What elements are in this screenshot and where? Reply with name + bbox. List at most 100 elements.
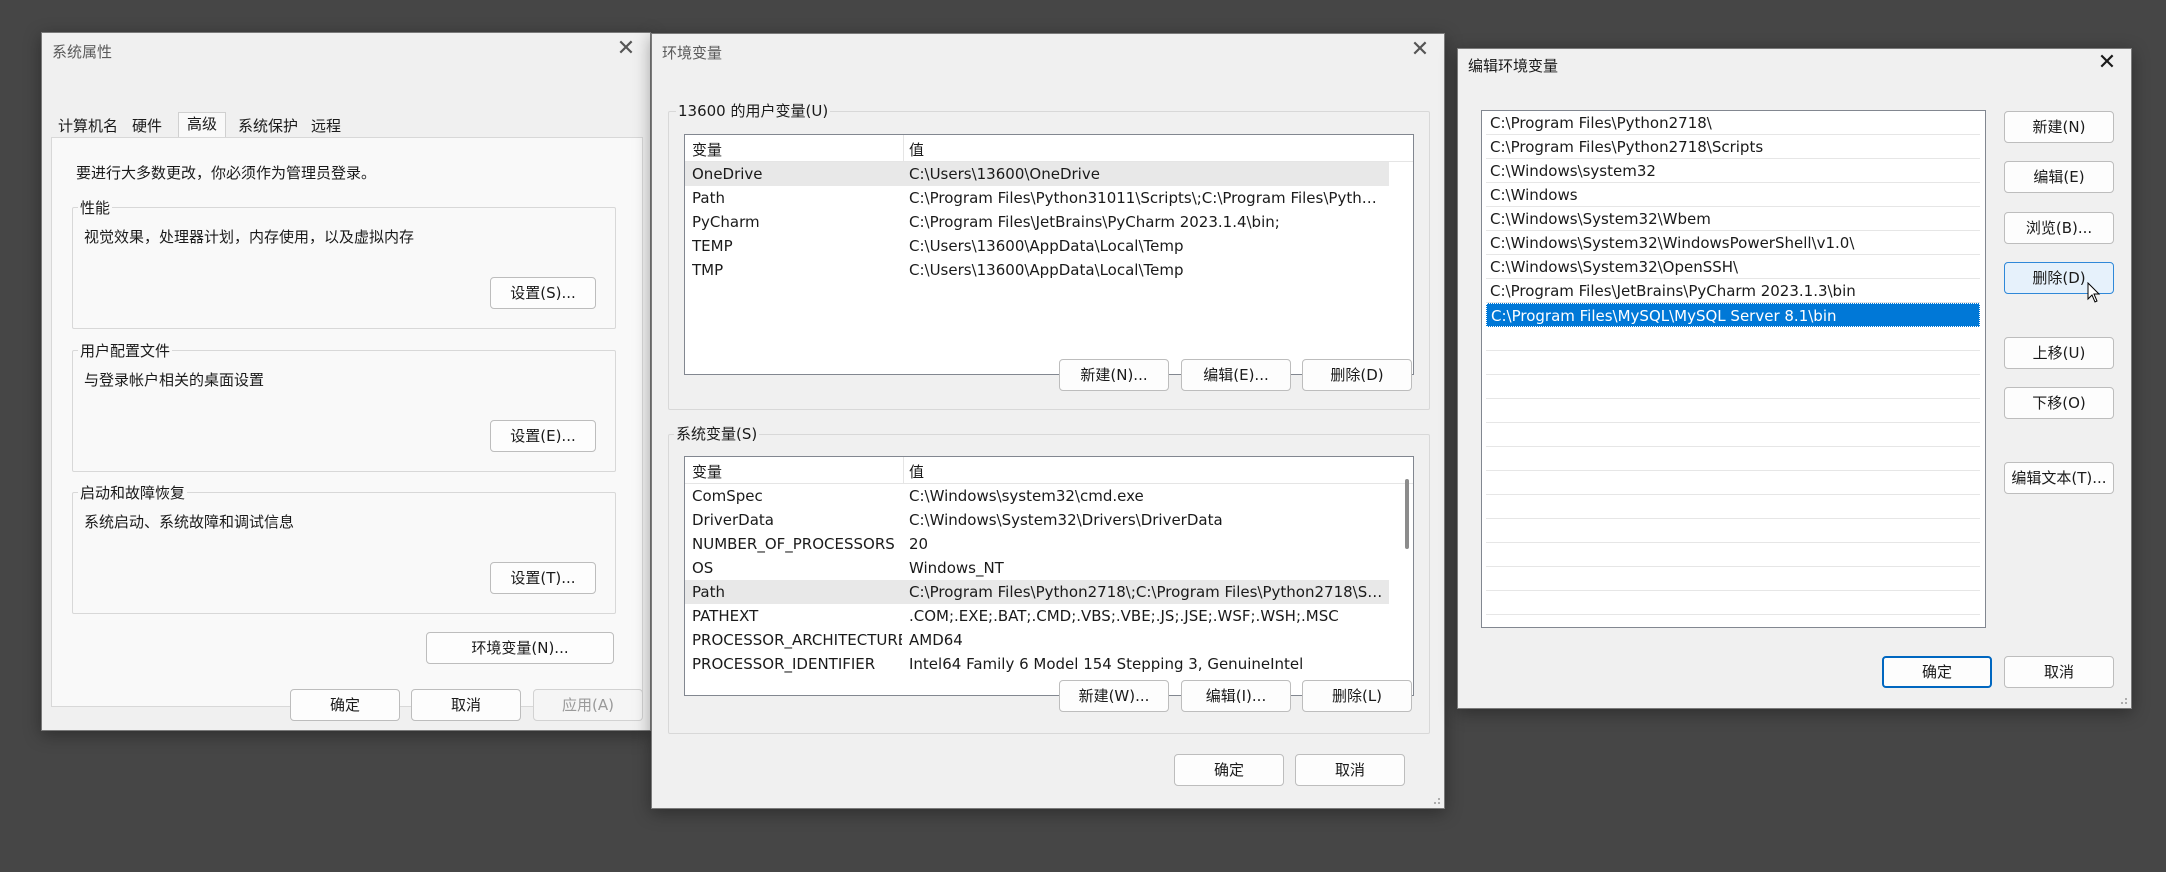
close-icon[interactable]: ✕: [614, 37, 638, 61]
list-item-empty[interactable]: [1486, 423, 1980, 447]
var-name: DriverData: [692, 511, 774, 529]
var-name: PROCESSOR_ARCHITECTURE: [692, 631, 902, 649]
list-item-empty[interactable]: [1486, 543, 1980, 567]
cancel-button[interactable]: 取消: [2004, 656, 2114, 688]
startup-label: 启动和故障恢复: [78, 482, 188, 503]
user-variables-list[interactable]: 变量 值 OneDrive C:\Users\13600\OneDrive Pat…: [684, 134, 1414, 375]
tab-computer-name[interactable]: 计算机名: [58, 115, 118, 137]
list-item-empty[interactable]: [1486, 447, 1980, 471]
list-item-empty[interactable]: [1486, 471, 1980, 495]
list-item[interactable]: C:\Windows\System32\Wbem: [1486, 207, 1980, 231]
tab-hardware[interactable]: 硬件: [132, 115, 162, 137]
column-header-variable[interactable]: 变量: [692, 139, 722, 160]
table-row[interactable]: Path C:\Program Files\Python2718\;C:\Prog…: [685, 580, 1389, 604]
table-row[interactable]: PyCharm C:\Program Files\JetBrains\PyChar…: [685, 210, 1389, 234]
environment-variables-window: 环境变量 ✕ 13600 的用户变量(U) 变量 值 OneDrive C:\Us…: [651, 33, 1445, 809]
var-name: PyCharm: [692, 213, 760, 231]
apply-button[interactable]: 应用(A): [533, 689, 643, 721]
profile-settings-button[interactable]: 设置(E)...: [490, 420, 596, 452]
titlebar[interactable]: 环境变量 ✕: [652, 34, 1444, 70]
list-item-empty[interactable]: [1486, 567, 1980, 591]
table-row[interactable]: Path C:\Program Files\Python31011\Scripts…: [685, 186, 1389, 210]
titlebar[interactable]: 系统属性 ✕: [42, 33, 650, 69]
table-row[interactable]: NUMBER_OF_PROCESSORS 20: [685, 532, 1389, 556]
browse-button[interactable]: 浏览(B)...: [2004, 212, 2114, 244]
list-item-empty[interactable]: [1486, 591, 1980, 615]
list-item-empty[interactable]: [1486, 399, 1980, 423]
performance-label: 性能: [78, 197, 113, 218]
performance-settings-button[interactable]: 设置(S)...: [490, 277, 596, 309]
resize-grip-icon[interactable]: [2118, 695, 2128, 705]
table-row[interactable]: PATHEXT .COM;.EXE;.BAT;.CMD;.VBS;.VBE;.JS…: [685, 604, 1389, 628]
list-item-empty[interactable]: [1486, 495, 1980, 519]
startup-desc: 系统启动、系统故障和调试信息: [84, 513, 295, 531]
system-new-button[interactable]: 新建(W)...: [1059, 680, 1169, 712]
close-icon[interactable]: ✕: [1408, 38, 1432, 62]
ok-button[interactable]: 确定: [1882, 656, 1992, 688]
list-item-selected[interactable]: C:\Program Files\MySQL\MySQL Server 8.1\…: [1486, 303, 1980, 327]
ok-button[interactable]: 确定: [290, 689, 400, 721]
var-name: Path: [692, 189, 725, 207]
titlebar[interactable]: 编辑环境变量 ✕: [1458, 49, 2131, 85]
tab-page: 要进行大多数更改，你必须作为管理员登录。 性能 视觉效果，处理器计划，内存使用，…: [51, 137, 643, 707]
system-delete-button[interactable]: 删除(L): [1302, 680, 1412, 712]
environment-variables-button[interactable]: 环境变量(N)...: [426, 632, 614, 664]
list-item-empty[interactable]: [1486, 519, 1980, 543]
edit-button[interactable]: 编辑(E): [2004, 161, 2114, 193]
list-item[interactable]: C:\Program Files\JetBrains\PyCharm 2023.…: [1486, 279, 1980, 303]
list-item[interactable]: C:\Program Files\Python2718\: [1486, 111, 1980, 135]
var-value: C:\Program Files\Python31011\Scripts\;C:…: [909, 189, 1383, 207]
cancel-button[interactable]: 取消: [1295, 754, 1405, 786]
new-button[interactable]: 新建(N): [2004, 111, 2114, 143]
user-variables-label: 13600 的用户变量(U): [676, 100, 831, 121]
system-edit-button[interactable]: 编辑(I)...: [1181, 680, 1291, 712]
list-item-empty[interactable]: [1486, 327, 1980, 351]
user-delete-button[interactable]: 删除(D): [1302, 359, 1412, 391]
cancel-button[interactable]: 取消: [411, 689, 521, 721]
move-up-button[interactable]: 上移(U): [2004, 337, 2114, 369]
var-value: C:\Users\13600\OneDrive: [909, 165, 1100, 183]
table-row[interactable]: OS Windows_NT: [685, 556, 1389, 580]
ok-button[interactable]: 确定: [1174, 754, 1284, 786]
move-down-button[interactable]: 下移(O): [2004, 387, 2114, 419]
edit-text-button[interactable]: 编辑文本(T)...: [2004, 462, 2114, 494]
tab-remote[interactable]: 远程: [311, 115, 341, 137]
system-variables-list[interactable]: 变量 值 ComSpec C:\Windows\system32\cmd.exe …: [684, 456, 1414, 696]
startup-settings-button[interactable]: 设置(T)...: [490, 562, 596, 594]
table-row[interactable]: ComSpec C:\Windows\system32\cmd.exe: [685, 484, 1389, 508]
table-row[interactable]: TMP C:\Users\13600\AppData\Local\Temp: [685, 258, 1389, 282]
column-header-variable[interactable]: 变量: [692, 461, 722, 482]
user-new-button[interactable]: 新建(N)...: [1059, 359, 1169, 391]
system-variables-label: 系统变量(S): [674, 423, 760, 444]
user-edit-button[interactable]: 编辑(E)...: [1181, 359, 1291, 391]
vertical-scrollbar[interactable]: [1405, 479, 1409, 549]
list-item[interactable]: C:\Windows\system32: [1486, 159, 1980, 183]
list-item-empty[interactable]: [1486, 375, 1980, 399]
tab-advanced[interactable]: 高级: [178, 112, 227, 139]
list-item[interactable]: C:\Windows\System32\OpenSSH\: [1486, 255, 1980, 279]
table-row[interactable]: OneDrive C:\Users\13600\OneDrive: [685, 162, 1389, 186]
table-row[interactable]: PROCESSOR_IDENTIFIER Intel64 Family 6 Mod…: [685, 652, 1389, 676]
table-row[interactable]: TEMP C:\Users\13600\AppData\Local\Temp: [685, 234, 1389, 258]
close-icon[interactable]: ✕: [2095, 51, 2119, 75]
list-item[interactable]: C:\Windows: [1486, 183, 1980, 207]
resize-grip-icon[interactable]: [1431, 795, 1441, 805]
list-item-empty[interactable]: [1486, 351, 1980, 375]
list-header: 变量 值: [685, 135, 1413, 162]
window-title: 环境变量: [662, 44, 723, 62]
column-header-value[interactable]: 值: [909, 139, 924, 160]
list-item[interactable]: C:\Program Files\Python2718\Scripts: [1486, 135, 1980, 159]
path-entries-list[interactable]: C:\Program Files\Python2718\ C:\Program …: [1481, 110, 1986, 628]
list-item[interactable]: C:\Windows\System32\WindowsPowerShell\v1…: [1486, 231, 1980, 255]
var-name: Path: [692, 583, 725, 601]
table-row[interactable]: DriverData C:\Windows\System32\Drivers\Dr…: [685, 508, 1389, 532]
var-value: 20: [909, 535, 929, 553]
var-value: C:\Users\13600\AppData\Local\Temp: [909, 261, 1184, 279]
table-row[interactable]: PROCESSOR_ARCHITECTURE AMD64: [685, 628, 1389, 652]
var-value: Intel64 Family 6 Model 154 Stepping 3, G…: [909, 655, 1304, 673]
tab-system-protection[interactable]: 系统保护: [238, 115, 298, 137]
var-value: Windows_NT: [909, 559, 1004, 577]
var-name: ComSpec: [692, 487, 763, 505]
var-value: C:\Program Files\JetBrains\PyCharm 2023.…: [909, 213, 1280, 231]
column-header-value[interactable]: 值: [909, 461, 924, 482]
